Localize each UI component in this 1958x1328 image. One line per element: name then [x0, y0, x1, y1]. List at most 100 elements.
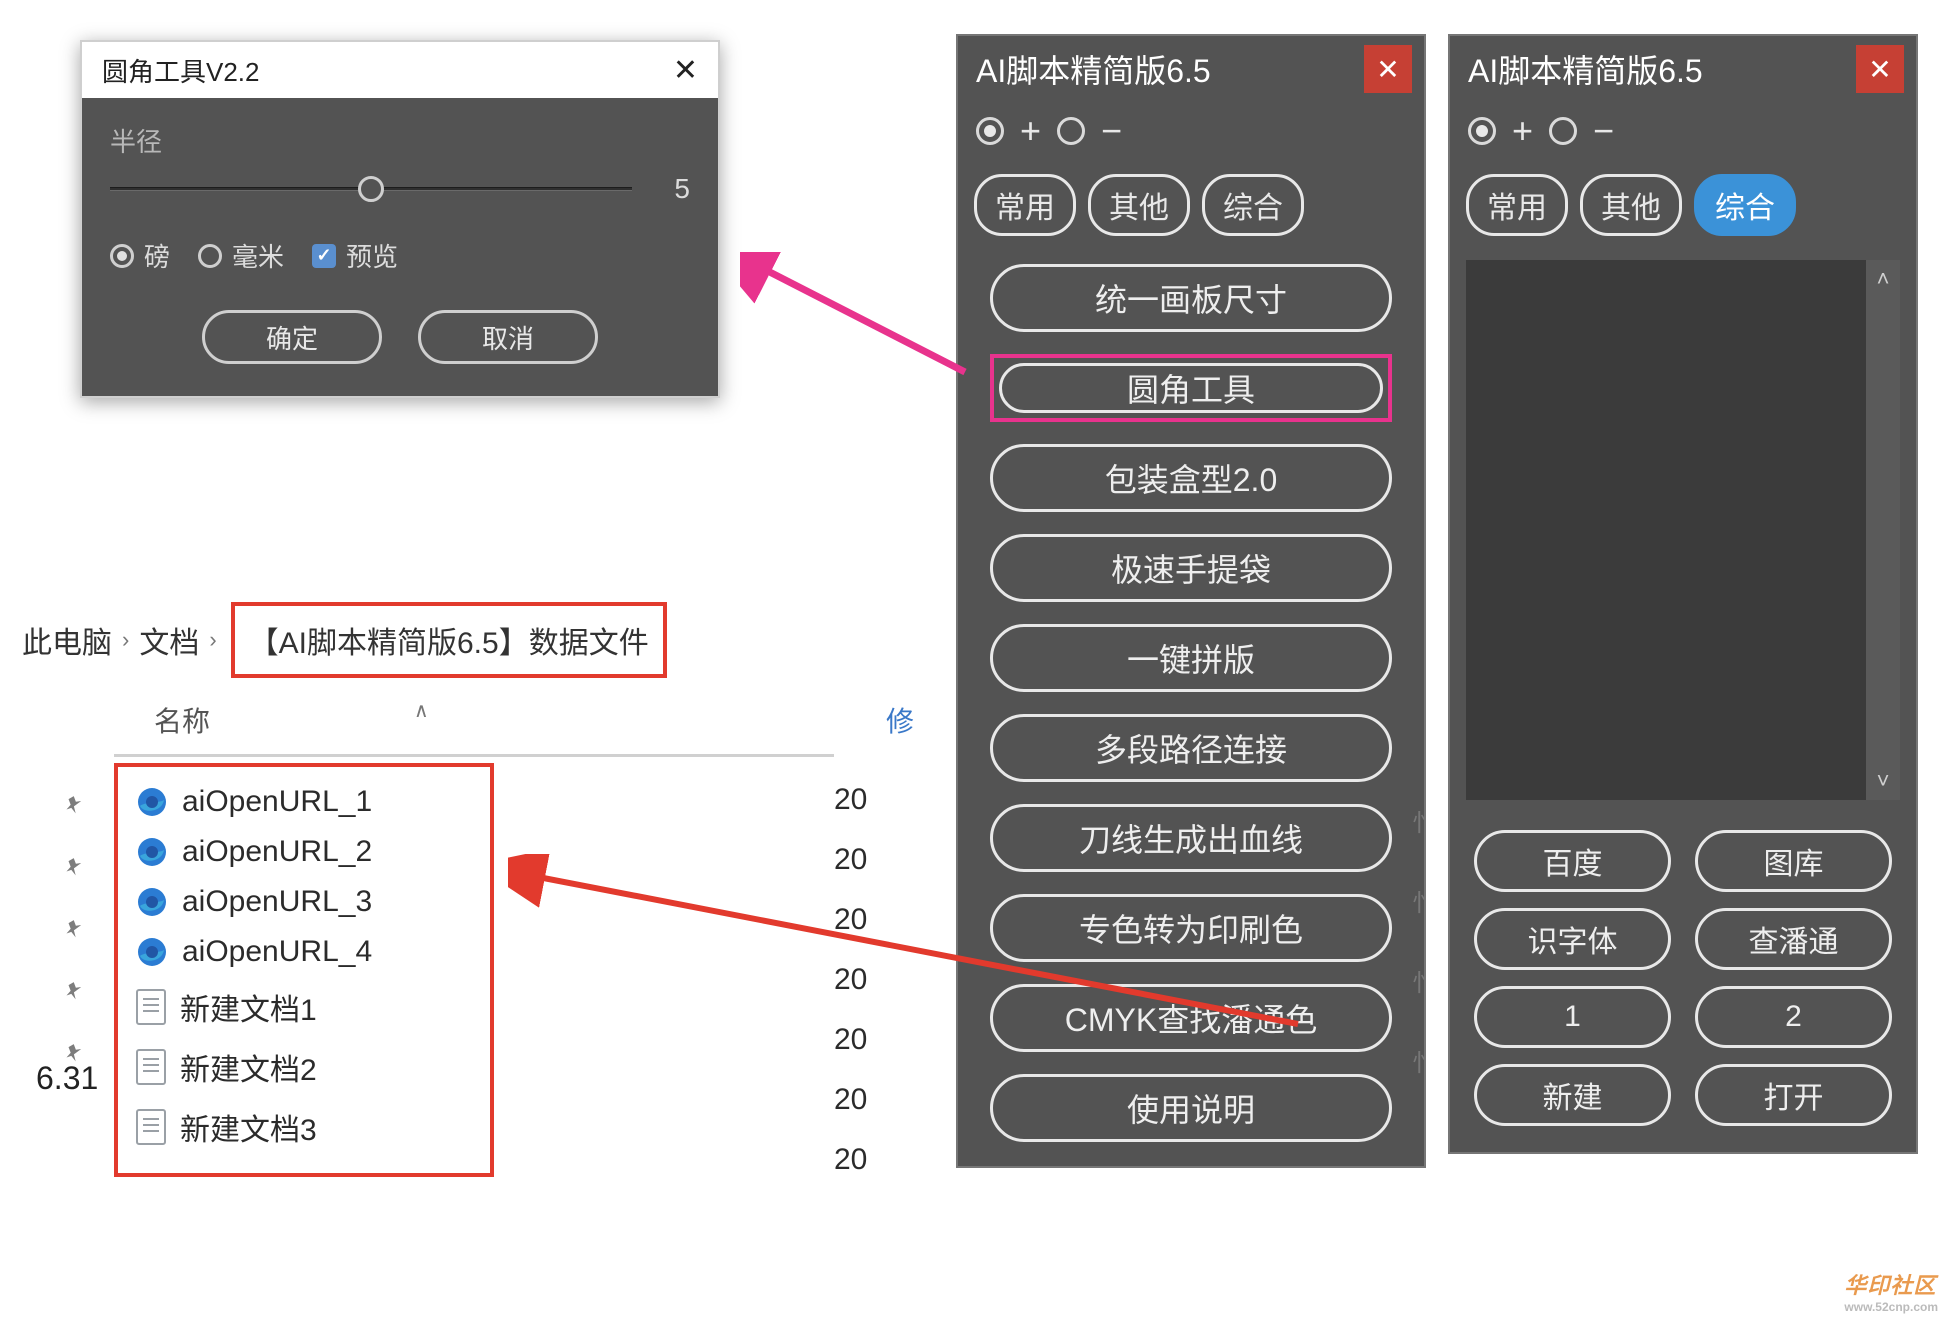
- preview-label: 预览: [346, 237, 398, 274]
- script-panel-common: AI脚本精简版6.5 ✕ + − 常用 其他 综合 统一画板尺寸 圆角工具 包装…: [956, 34, 1426, 1168]
- pin-icon: [60, 850, 93, 883]
- script-button[interactable]: 一键拼版: [990, 624, 1392, 692]
- script-button[interactable]: 极速手提袋: [990, 534, 1392, 602]
- plus-icon[interactable]: +: [1016, 110, 1045, 152]
- radius-label: 半径: [110, 122, 690, 159]
- scrollbar[interactable]: ˄ ˅: [1866, 260, 1900, 800]
- slot-2-button[interactable]: 2: [1695, 986, 1892, 1048]
- crumb-docs[interactable]: 文档: [139, 618, 199, 662]
- file-date: 20: [834, 1070, 867, 1130]
- tab-common[interactable]: 常用: [1466, 174, 1568, 236]
- minus-icon[interactable]: −: [1589, 110, 1618, 152]
- script-button-round-corner[interactable]: 圆角工具: [990, 354, 1392, 422]
- list-item[interactable]: aiOpenURL_1: [118, 777, 490, 827]
- list-item[interactable]: aiOpenURL_2: [118, 827, 490, 877]
- script-button[interactable]: CMYK查找潘通色: [990, 984, 1392, 1052]
- pin-icon: [60, 788, 93, 821]
- file-date: 20: [834, 830, 867, 890]
- open-button[interactable]: 打开: [1695, 1064, 1892, 1126]
- list-item[interactable]: 新建文档2: [118, 1037, 490, 1097]
- tab-row: 常用 其他 综合: [1450, 166, 1916, 254]
- col-name[interactable]: 名称: [154, 700, 210, 740]
- watermark: 华印社区www.52cnp.com: [1844, 1268, 1938, 1314]
- link-baidu-button[interactable]: 百度: [1474, 830, 1671, 892]
- chevron-up-icon[interactable]: ˄: [1877, 266, 1890, 292]
- unit-pt-radio[interactable]: 磅: [110, 237, 170, 274]
- file-name: aiOpenURL_2: [182, 835, 372, 869]
- slider-thumb[interactable]: [358, 176, 384, 202]
- script-button[interactable]: 使用说明: [990, 1074, 1392, 1142]
- radio-on-icon[interactable]: [1468, 117, 1496, 145]
- unit-pt-label: 磅: [144, 237, 170, 274]
- radio-off-icon[interactable]: [1549, 117, 1577, 145]
- file-date: 20: [834, 1130, 867, 1190]
- link-gallery-button[interactable]: 图库: [1695, 830, 1892, 892]
- close-icon[interactable]: ✕: [673, 53, 698, 88]
- edge-icon: [136, 786, 168, 818]
- ok-button[interactable]: 确定: [202, 310, 382, 364]
- script-button[interactable]: 刀线生成出血线: [990, 804, 1392, 872]
- close-icon[interactable]: ✕: [1364, 45, 1412, 93]
- radio-off-icon[interactable]: [1057, 117, 1085, 145]
- radius-slider[interactable]: 5: [110, 173, 690, 205]
- file-list-highlight: aiOpenURL_1 aiOpenURL_2 aiOpenURL_3 aiOp…: [114, 763, 494, 1177]
- truncated-text: 忄 忄 忄 忄: [1412, 784, 1436, 1104]
- edge-icon: [136, 886, 168, 918]
- crumb-folder[interactable]: 【AI脚本精简版6.5】数据文件: [249, 627, 649, 660]
- script-button[interactable]: 多段路径连接: [990, 714, 1392, 782]
- dialog-title: 圆角工具V2.2: [102, 52, 260, 89]
- slider-track[interactable]: [110, 187, 632, 191]
- file-list-header[interactable]: 名称 ∧ 修: [114, 690, 834, 757]
- panel-title: AI脚本精简版6.5: [976, 46, 1211, 92]
- new-button[interactable]: 新建: [1474, 1064, 1671, 1126]
- close-icon[interactable]: ✕: [1856, 45, 1904, 93]
- col-modified[interactable]: 修: [886, 700, 914, 740]
- script-panel-misc: AI脚本精简版6.5 ✕ + − 常用 其他 综合 ˄ ˅ 百度 图库 识字体 …: [1448, 34, 1918, 1154]
- panel-titlebar[interactable]: AI脚本精简版6.5 ✕: [1450, 36, 1916, 102]
- file-date: 20: [834, 1010, 867, 1070]
- tab-common[interactable]: 常用: [974, 174, 1076, 236]
- tab-misc[interactable]: 综合: [1202, 174, 1304, 236]
- list-item[interactable]: 新建文档3: [118, 1097, 490, 1157]
- dialog-titlebar[interactable]: 圆角工具V2.2 ✕: [82, 42, 718, 98]
- link-pantone-button[interactable]: 查潘通: [1695, 908, 1892, 970]
- plus-icon[interactable]: +: [1508, 110, 1537, 152]
- file-name: aiOpenURL_1: [182, 785, 372, 819]
- file-list: 名称 ∧ 修 aiOpenURL_1 aiOpenURL_2 aiOpenURL…: [114, 690, 834, 1177]
- link-fontid-button[interactable]: 识字体: [1474, 908, 1671, 970]
- script-button[interactable]: 统一画板尺寸: [990, 264, 1392, 332]
- radio-on-icon[interactable]: [976, 117, 1004, 145]
- list-item[interactable]: aiOpenURL_3: [118, 877, 490, 927]
- crumb-root[interactable]: 此电脑: [22, 618, 112, 662]
- list-item[interactable]: aiOpenURL_4: [118, 927, 490, 977]
- zoom-toggle: + −: [1450, 102, 1916, 166]
- chevron-right-icon: ›: [122, 627, 129, 653]
- script-button-list: 统一画板尺寸 圆角工具 包装盒型2.0 极速手提袋 一键拼版 多段路径连接 刀线…: [958, 254, 1424, 1166]
- tab-other[interactable]: 其他: [1088, 174, 1190, 236]
- tab-misc[interactable]: 综合: [1694, 174, 1796, 236]
- script-button[interactable]: 专色转为印刷色: [990, 894, 1392, 962]
- file-date: 20: [834, 950, 867, 1010]
- unit-mm-radio[interactable]: 毫米: [198, 237, 284, 274]
- file-date: 20: [834, 890, 867, 950]
- minus-icon[interactable]: −: [1097, 110, 1126, 152]
- chevron-down-icon[interactable]: ˅: [1877, 768, 1890, 794]
- round-corner-dialog: 圆角工具V2.2 ✕ 半径 5 磅 毫米 ✓ 预览 确定: [80, 40, 720, 398]
- preview-checkbox[interactable]: ✓ 预览: [312, 237, 398, 274]
- list-item[interactable]: 新建文档1: [118, 977, 490, 1037]
- checkmark-icon: ✓: [312, 244, 336, 268]
- slot-1-button[interactable]: 1: [1474, 986, 1671, 1048]
- document-icon: [136, 1049, 166, 1085]
- file-name: aiOpenURL_3: [182, 885, 372, 919]
- date-column: 20 20 20 20 20 20 20: [834, 770, 867, 1190]
- cancel-button[interactable]: 取消: [418, 310, 598, 364]
- crumb-folder-highlight: 【AI脚本精简版6.5】数据文件: [231, 602, 667, 678]
- sort-asc-icon[interactable]: ∧: [414, 698, 429, 723]
- tab-other[interactable]: 其他: [1580, 174, 1682, 236]
- panel-titlebar[interactable]: AI脚本精简版6.5 ✕: [958, 36, 1424, 102]
- side-text: 6.31: [36, 1060, 98, 1097]
- annotation-arrow-icon: [740, 252, 972, 378]
- script-button[interactable]: 包装盒型2.0: [990, 444, 1392, 512]
- chevron-right-icon: ›: [209, 627, 216, 653]
- content-listbox[interactable]: ˄ ˅: [1466, 260, 1900, 800]
